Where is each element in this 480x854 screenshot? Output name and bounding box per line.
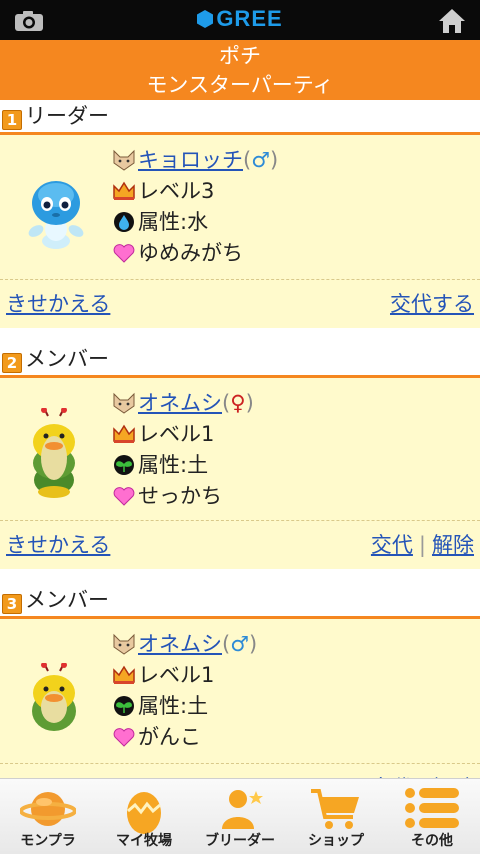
nav-item-shop[interactable]: ショップ [288, 779, 384, 854]
logo-text: GREE [216, 6, 283, 31]
monster-info: オネムシ(♀) レベル1 属性:土 せっかち [112, 388, 254, 512]
paren-open: ( [243, 148, 252, 172]
top-bar: GREE [0, 0, 480, 40]
paren-close: ) [245, 391, 254, 415]
level-row: レベル1 [112, 419, 254, 450]
nav-label: ショップ [308, 833, 364, 849]
attribute-text: 属性:土 [138, 453, 209, 477]
monster-card-2: オネムシ(♀) レベル1 属性:土 せっかち きせかえる 交代 | 解除 [0, 375, 480, 569]
nav-label: マイ牧場 [116, 833, 172, 849]
nav-item-my-ranch[interactable]: マイ牧場 [96, 779, 192, 854]
planet-icon [20, 792, 76, 826]
crown-icon [113, 424, 135, 443]
level-text: レベル1 [138, 422, 215, 446]
slot-header-3: 3 メンバー [0, 584, 480, 616]
home-icon[interactable] [438, 8, 466, 34]
action-separator: | [418, 533, 426, 557]
pet-name-title: ポチ [219, 44, 261, 68]
attribute-row: 属性:水 [112, 207, 278, 238]
egg-icon [127, 792, 161, 834]
personality-text: せっかち [138, 484, 222, 508]
level-row: レベル3 [112, 176, 278, 207]
slot-number-badge: 2 [2, 353, 22, 373]
cat-face-icon [113, 633, 135, 655]
dashed-divider [0, 279, 480, 280]
personality-row: ゆめみがち [112, 238, 278, 269]
paren-close: ) [270, 148, 279, 172]
dashed-divider [0, 763, 480, 764]
monster-name-link[interactable]: オネムシ [138, 632, 222, 656]
screen-title: モンスターパーティ [146, 73, 334, 97]
name-row: キョロッチ(♂) [112, 145, 278, 176]
paren-close: ) [249, 632, 258, 656]
name-row: オネムシ(♂) [112, 629, 257, 660]
dress-up-link[interactable]: きせかえる [6, 525, 110, 565]
nav-label: ブリーダー [205, 833, 275, 849]
release-link[interactable]: 解除 [432, 533, 474, 557]
water-drop-icon [114, 212, 134, 232]
paren-open: ( [222, 632, 231, 656]
cat-face-icon [113, 149, 135, 171]
cart-icon [311, 789, 359, 829]
level-row: レベル1 [112, 660, 257, 691]
attribute-text: 属性:土 [138, 694, 209, 718]
swap-link[interactable]: 交代する [390, 292, 474, 316]
personality-row: がんこ [112, 722, 257, 753]
monster-sprite-onemushi[interactable] [24, 663, 84, 735]
card-actions: きせかえる 交代|解除 [0, 525, 480, 565]
nav-label: モンプラ [20, 833, 76, 849]
crown-icon [113, 181, 135, 200]
slot-number-badge: 1 [2, 110, 22, 130]
personality-text: がんこ [138, 725, 201, 749]
crown-icon [113, 665, 135, 684]
cat-face-icon [113, 392, 135, 414]
nav-label: その他 [411, 833, 453, 849]
level-text: レベル3 [138, 179, 215, 203]
monster-card-1: キョロッチ(♂) レベル3 属性:水 ゆめみがち きせかえる 交代する [0, 132, 480, 328]
monster-name-link[interactable]: キョロッチ [138, 148, 243, 172]
name-row: オネムシ(♀) [112, 388, 254, 419]
heart-icon [113, 244, 135, 263]
breeder-icon [222, 790, 263, 829]
gender-male-icon: ♂ [251, 148, 271, 172]
card-actions: きせかえる 交代する [0, 284, 480, 324]
heart-icon [113, 728, 135, 747]
dress-up-link[interactable]: きせかえる [6, 284, 110, 324]
personality-text: ゆめみがち [138, 241, 243, 265]
personality-row: せっかち [112, 481, 254, 512]
nav-item-monpura[interactable]: モンプラ [0, 779, 96, 854]
attribute-text: 属性:水 [138, 210, 209, 234]
attribute-row: 属性:土 [112, 691, 257, 722]
paren-open: ( [222, 391, 231, 415]
page-title: ポチ モンスターパーティ [0, 40, 480, 100]
gender-female-icon: ♀ [230, 391, 246, 415]
slot-number-badge: 3 [2, 594, 22, 614]
slot-header-1: 1 リーダー [0, 100, 480, 132]
monster-sprite-kyorocchi[interactable] [24, 173, 88, 253]
nav-item-breeder[interactable]: ブリーダー [192, 779, 288, 854]
dashed-divider [0, 520, 480, 521]
slot-role: リーダー [25, 104, 109, 128]
slot-role: メンバー [25, 588, 109, 612]
bottom-nav: モンプラ マイ牧場 ブリーダー ショップ その他 [0, 778, 480, 854]
attribute-row: 属性:土 [112, 450, 254, 481]
gree-hex-icon [197, 10, 214, 28]
monster-name-link[interactable]: オネムシ [138, 391, 222, 415]
slot-header-2: 2 メンバー [0, 343, 480, 375]
gree-logo[interactable]: GREE [0, 6, 480, 32]
slot-role: メンバー [25, 347, 109, 371]
gender-male-icon: ♂ [230, 632, 250, 656]
menu-list-icon [405, 788, 459, 828]
nav-item-other[interactable]: その他 [384, 779, 480, 854]
monster-sprite-onemushi[interactable] [24, 408, 84, 500]
monster-info: キョロッチ(♂) レベル3 属性:水 ゆめみがち [112, 145, 278, 269]
sprout-icon [114, 455, 134, 475]
swap-link[interactable]: 交代 [371, 533, 413, 557]
sprout-icon [114, 696, 134, 716]
heart-icon [113, 487, 135, 506]
level-text: レベル1 [138, 663, 215, 687]
monster-info: オネムシ(♂) レベル1 属性:土 がんこ [112, 629, 257, 753]
